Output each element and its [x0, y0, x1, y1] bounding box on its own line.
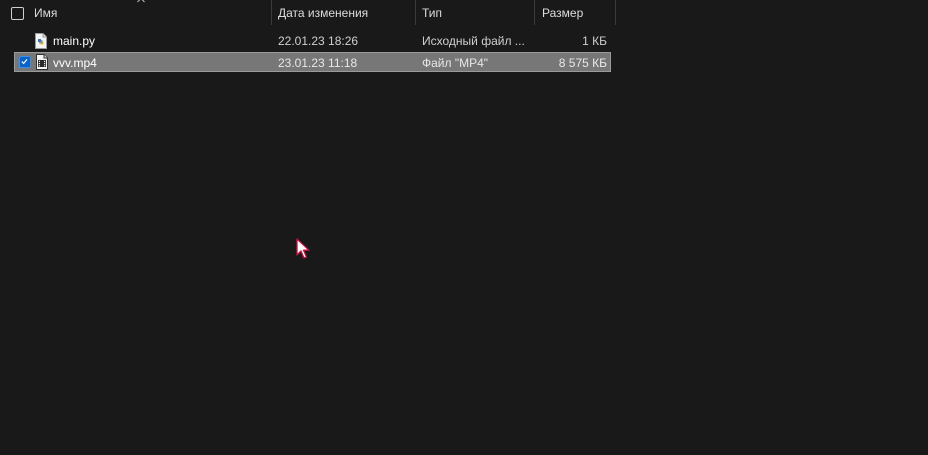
- select-all-checkbox[interactable]: [11, 7, 24, 20]
- file-size: 8 575 КБ: [558, 56, 607, 70]
- file-date-modified: 22.01.23 18:26: [278, 34, 359, 48]
- column-header: Имя Дата изменения Тип Размер: [0, 0, 928, 26]
- file-type: Файл "MP4": [422, 56, 489, 70]
- file-size: 1 КБ: [582, 34, 607, 48]
- column-header-type[interactable]: Тип: [422, 0, 442, 26]
- column-divider[interactable]: [415, 0, 416, 25]
- file-row[interactable]: main.py 22.01.23 18:26 Исходный файл ...…: [14, 31, 611, 51]
- file-explorer: Имя Дата изменения Тип Размер main.py 22…: [0, 0, 928, 455]
- column-header-name[interactable]: Имя: [34, 0, 57, 26]
- file-row-selected[interactable]: vvv.mp4 23.01.23 11:18 Файл "MP4" 8 575 …: [14, 52, 611, 72]
- file-type: Исходный файл ...: [422, 34, 525, 48]
- video-file-icon: [36, 54, 48, 70]
- column-divider[interactable]: [615, 0, 616, 25]
- file-name: vvv.mp4: [53, 56, 97, 70]
- mouse-cursor-icon: [296, 238, 310, 259]
- row-checkbox-checked[interactable]: [19, 56, 31, 68]
- column-divider[interactable]: [271, 0, 272, 25]
- column-header-date[interactable]: Дата изменения: [278, 0, 368, 26]
- python-file-icon: [35, 33, 47, 49]
- checkmark-icon: [21, 58, 28, 65]
- column-divider[interactable]: [534, 0, 535, 25]
- sort-ascending-icon: [137, 0, 145, 3]
- column-header-size[interactable]: Размер: [542, 0, 583, 26]
- file-date-modified: 23.01.23 11:18: [278, 56, 358, 70]
- file-name: main.py: [53, 34, 96, 48]
